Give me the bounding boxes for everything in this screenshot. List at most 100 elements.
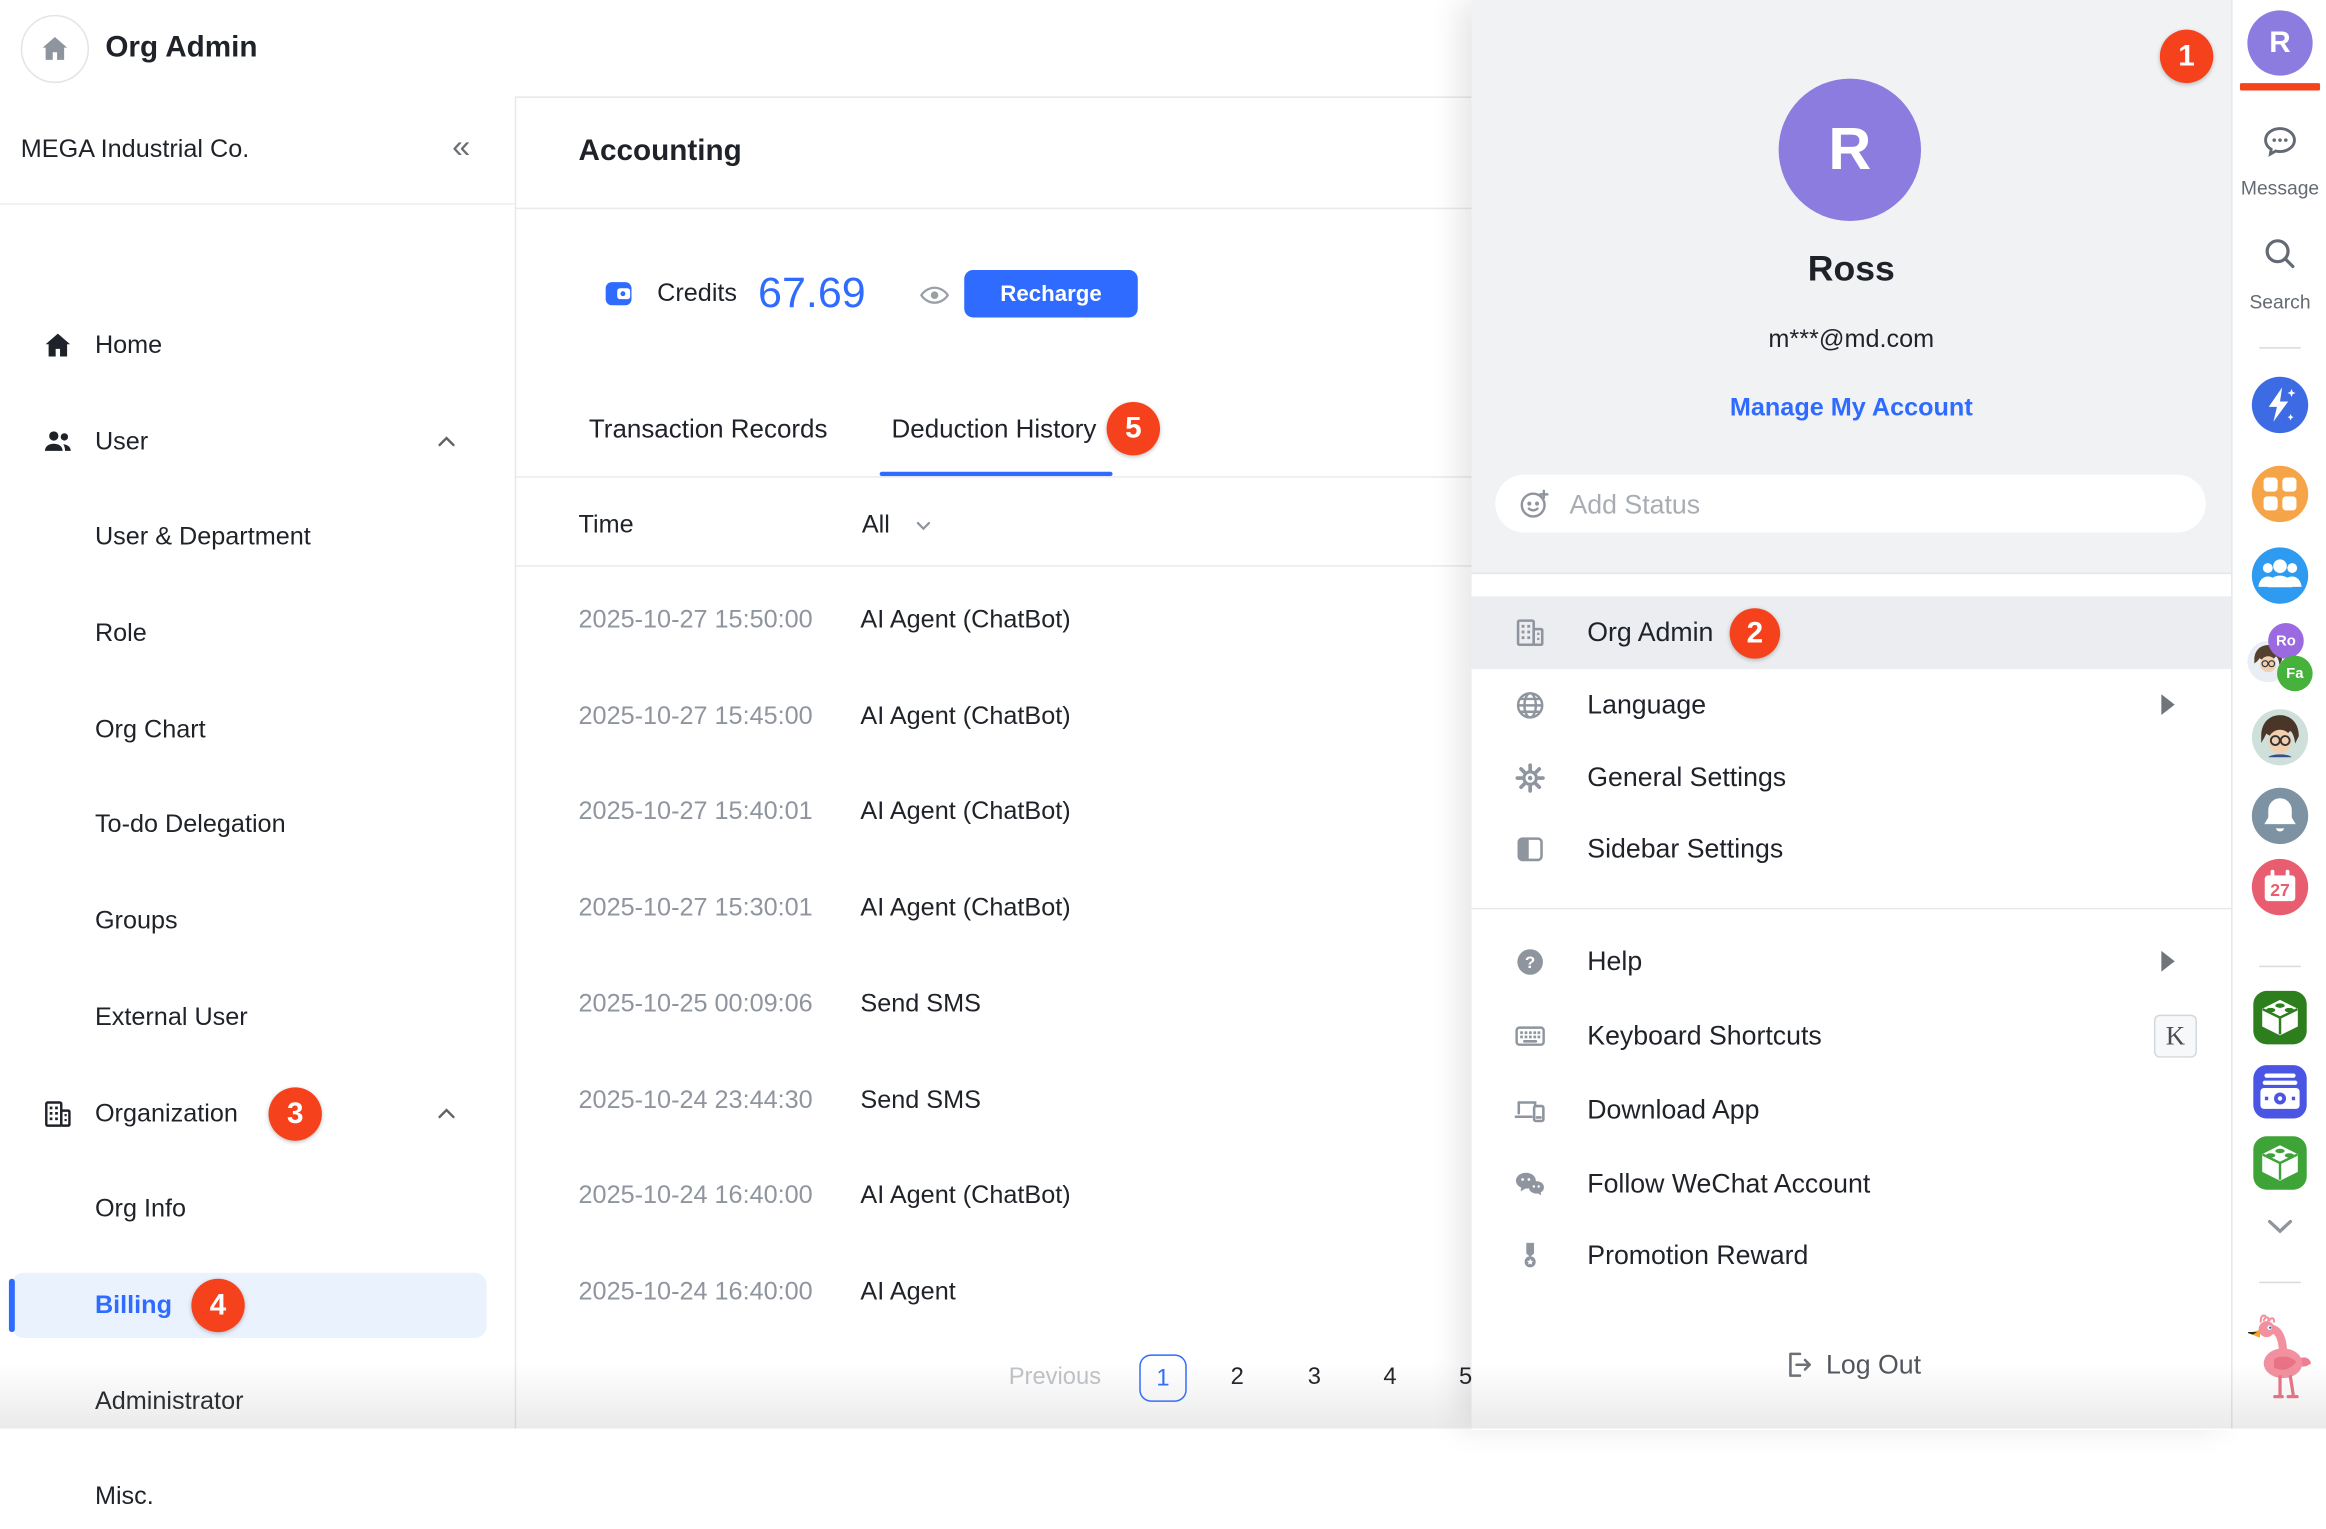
chevron-down-icon[interactable]	[912, 515, 934, 537]
sidebar-item-organization[interactable]: Organization	[0, 1081, 515, 1146]
sidebar-item-label: Home	[95, 313, 162, 378]
menu-item-sidebar-settings[interactable]: Sidebar Settings	[1472, 813, 2232, 886]
manage-account-link[interactable]: Manage My Account	[1472, 393, 2232, 423]
menu-item-promotion-reward[interactable]: Promotion Reward	[1472, 1219, 2232, 1292]
smiley-plus-icon	[1518, 487, 1552, 521]
sidebar-item-user-department[interactable]: User & Department	[0, 504, 515, 569]
chevron-up-icon[interactable]	[435, 430, 459, 454]
users-icon	[42, 426, 75, 459]
annotation-badge-4: 4	[191, 1279, 244, 1332]
sidebar-item-administrator[interactable]: Administrator	[0, 1369, 515, 1434]
record-item: AI Agent (ChatBot)	[860, 702, 1070, 730]
menu-item-org-admin[interactable]: Org Admin 2	[1472, 596, 2232, 669]
time-filter-value[interactable]: All	[862, 500, 890, 550]
notifications-bell-icon[interactable]	[2252, 788, 2308, 844]
rail-avatar[interactable]: R	[2247, 10, 2312, 75]
recharge-button[interactable]: Recharge	[964, 270, 1138, 317]
group-badge-ro: Ro	[2268, 623, 2304, 659]
submenu-arrow-icon	[2161, 951, 2174, 972]
search-icon[interactable]	[2261, 234, 2300, 273]
tab-transaction-records[interactable]: Transaction Records	[589, 387, 828, 472]
menu-item-label: Keyboard Shortcuts	[1587, 1000, 1822, 1073]
menu-item-label: General Settings	[1587, 742, 1786, 815]
credits-label: Credits	[657, 268, 737, 318]
contact-avatar[interactable]	[2252, 709, 2308, 765]
record-time: 2025-10-24 23:44:30	[579, 1075, 861, 1125]
eye-icon[interactable]	[918, 279, 951, 312]
screen: Org Admin MEGA Industrial Co. « Home Use…	[0, 0, 2326, 1429]
pagination-page-3[interactable]: 3	[1297, 1354, 1333, 1401]
annotation-badge-3: 3	[268, 1087, 321, 1140]
pagination-page-2[interactable]: 2	[1219, 1354, 1255, 1401]
profile-menu-panel: 1 R Ross m***@md.com Manage My Account O…	[1472, 0, 2232, 1429]
pagination-previous[interactable]: Previous	[1009, 1354, 1122, 1401]
pagination-page-4[interactable]: 4	[1372, 1354, 1408, 1401]
home-button[interactable]	[21, 15, 89, 83]
status-input[interactable]	[1566, 478, 2165, 533]
globe-icon	[1513, 688, 1547, 722]
flamingo-sticker[interactable]	[2244, 1299, 2315, 1406]
sidebar-item-groups[interactable]: Groups	[0, 889, 515, 954]
divider	[1472, 908, 2232, 909]
menu-item-download-app[interactable]: Download App	[1472, 1074, 2232, 1147]
sidebar-layout-icon	[1513, 832, 1547, 866]
contacts-icon[interactable]	[2252, 547, 2308, 603]
sidebar-item-org-chart[interactable]: Org Chart	[0, 697, 515, 762]
menu-item-follow-wechat[interactable]: Follow WeChat Account	[1472, 1148, 2232, 1221]
menu-item-language[interactable]: Language	[1472, 669, 2232, 742]
sidebar-item-label: Administrator	[95, 1369, 244, 1434]
tab-deduction-history[interactable]: Deduction History	[892, 387, 1097, 472]
sidebar-item-role[interactable]: Role	[0, 601, 515, 666]
calendar-icon[interactable]: 27	[2252, 859, 2308, 915]
app-brick-green-icon[interactable]	[2253, 1136, 2306, 1189]
messages-icon[interactable]	[2261, 122, 2300, 161]
menu-item-keyboard-shortcuts[interactable]: Keyboard Shortcuts K	[1472, 1000, 2232, 1073]
divider	[2259, 966, 2301, 967]
time-filter-label: Time	[579, 500, 634, 550]
sidebar-item-label: Organization	[95, 1081, 238, 1146]
record-time: 2025-10-24 16:40:00	[579, 1170, 861, 1220]
record-item: Send SMS	[860, 1086, 981, 1114]
menu-item-label: Language	[1587, 669, 1706, 742]
sidebar-item-todo-delegation[interactable]: To-do Delegation	[0, 792, 515, 857]
annotation-badge-5: 5	[1107, 402, 1160, 455]
sidebar-item-misc[interactable]: Misc.	[0, 1464, 515, 1529]
sidebar-item-home[interactable]: Home	[0, 313, 515, 378]
sidebar-item-label: User	[95, 409, 148, 474]
ai-assistant-icon[interactable]	[2252, 377, 2308, 433]
sidebar-item-user[interactable]: User	[0, 409, 515, 474]
shortcut-key-badge: K	[2154, 1015, 2197, 1058]
menu-item-general-settings[interactable]: General Settings	[1472, 742, 2232, 815]
annotation-badge-1: 1	[2160, 30, 2213, 83]
menu-item-label: Sidebar Settings	[1587, 813, 1783, 886]
divider	[2259, 347, 2301, 348]
record-item: AI Agent (ChatBot)	[860, 797, 1070, 825]
add-status-field[interactable]	[1495, 475, 2206, 533]
record-time: 2025-10-27 15:45:00	[579, 691, 861, 741]
app-payroll-icon[interactable]	[2253, 1065, 2306, 1118]
profile-email: m***@md.com	[1472, 325, 2232, 355]
sidebar-item-billing[interactable]: Billing	[0, 1273, 515, 1338]
workplace-grid-icon[interactable]	[2252, 466, 2308, 522]
sidebar-item-label: To-do Delegation	[95, 792, 286, 857]
sidebar-item-external-user[interactable]: External User	[0, 985, 515, 1050]
app-brick-dark-icon[interactable]	[2253, 991, 2306, 1044]
sidebar-item-org-info[interactable]: Org Info	[0, 1176, 515, 1241]
credits-wallet-icon	[602, 277, 635, 310]
devices-icon	[1513, 1093, 1547, 1127]
menu-item-label: Follow WeChat Account	[1587, 1148, 1870, 1221]
profile-avatar[interactable]: R	[1779, 79, 1921, 221]
pagination-page-1[interactable]: 1	[1139, 1354, 1186, 1401]
logout-button[interactable]: Log Out	[1472, 1338, 2232, 1391]
divider	[2259, 1282, 2301, 1283]
org-name: MEGA Industrial Co.	[21, 96, 249, 203]
wechat-icon	[1513, 1167, 1547, 1201]
menu-item-help[interactable]: ? Help	[1472, 926, 2232, 999]
collapse-sidebar-icon[interactable]: «	[452, 96, 470, 203]
sidebar-item-label: Misc.	[95, 1464, 154, 1529]
chevron-up-icon[interactable]	[435, 1102, 459, 1126]
rail-expand-chevron-icon[interactable]	[2262, 1208, 2298, 1244]
group-chat-avatar[interactable]: Ro Fa	[2247, 629, 2312, 694]
group-badge-fa: Fa	[2277, 656, 2313, 692]
menu-item-label: Promotion Reward	[1587, 1219, 1808, 1292]
